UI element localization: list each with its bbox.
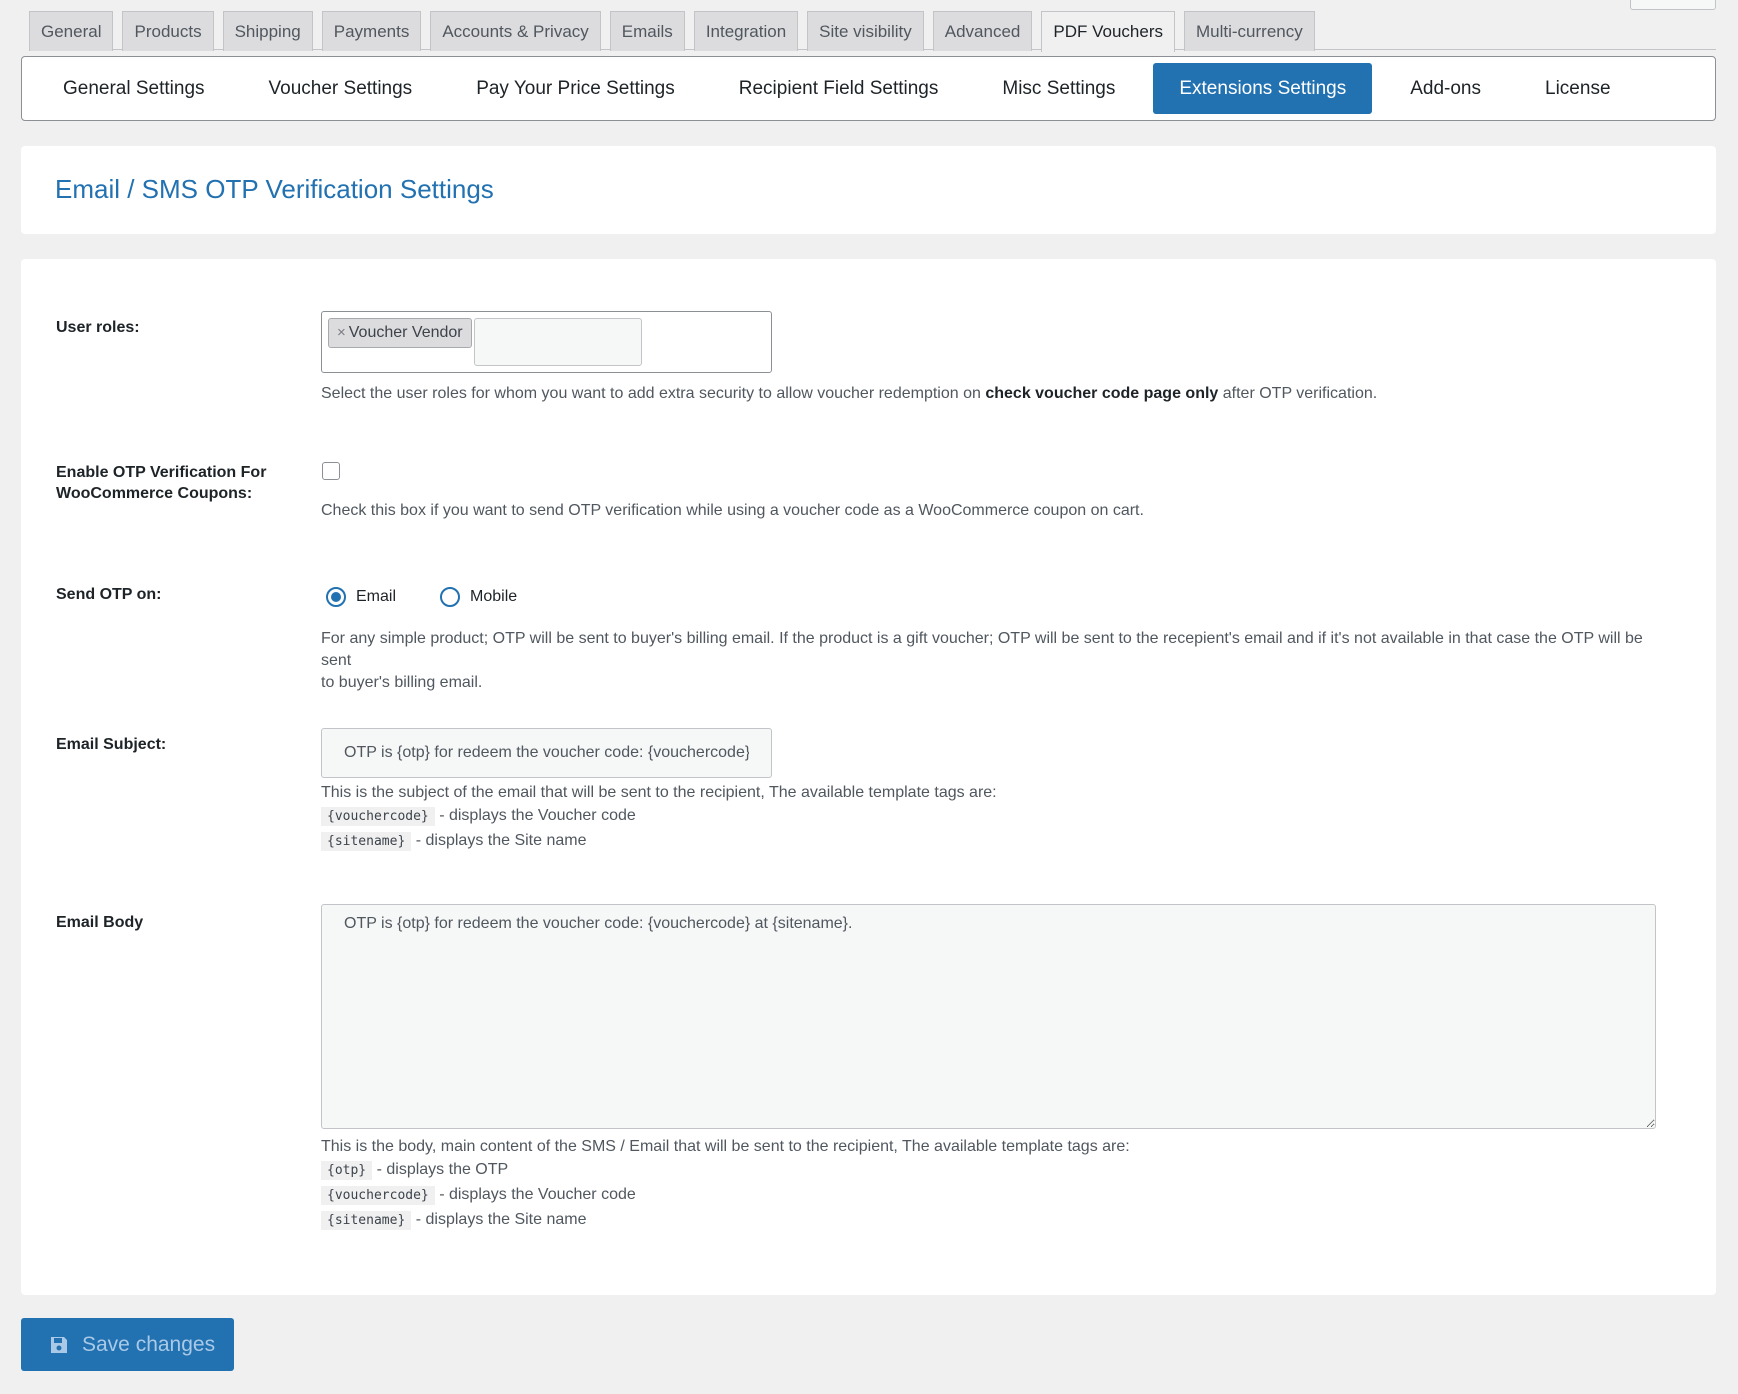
send-otp-label: Send OTP on: [56,586,162,603]
user-roles-description: Select the user roles for whom you want … [321,385,1378,402]
tab-payments[interactable]: Payments [321,11,422,51]
user-roles-label: User roles: [56,319,140,336]
subtab-general-settings[interactable]: General Settings [37,63,231,114]
tab-products[interactable]: Products [122,11,214,51]
close-icon[interactable]: × [337,324,346,341]
body-tag-vouchercode: {vouchercode} - displays the Voucher cod… [321,1184,636,1206]
email-subject-label: Email Subject: [56,736,167,753]
subtab-extensions-settings[interactable]: Extensions Settings [1153,63,1373,114]
tab-integration[interactable]: Integration [693,11,799,51]
subject-tag-sitename: {sitename} - displays the Site name [321,830,586,852]
email-body-label: Email Body [56,914,144,931]
title-card: Email / SMS OTP Verification Settings [21,146,1716,234]
subtab-recipient-field-settings[interactable]: Recipient Field Settings [713,63,965,114]
send-otp-radio-group: Email Mobile [326,587,561,607]
tab-accounts-privacy[interactable]: Accounts & Privacy [430,11,601,51]
selected-role-chip: × Voucher Vendor [328,318,472,348]
coupon-otp-label: Enable OTP Verification For WooCommerce … [56,464,267,502]
selected-role-label: Voucher Vendor [348,324,463,341]
tab-shipping[interactable]: Shipping [222,11,313,51]
send-otp-email-label[interactable]: Email [356,588,396,606]
send-otp-email-radio[interactable] [326,587,346,607]
tab-site-visibility[interactable]: Site visibility [807,11,924,51]
floppy-disk-icon [51,1336,67,1353]
tab-advanced[interactable]: Advanced [932,11,1033,51]
page-title: Email / SMS OTP Verification Settings [55,174,494,204]
coupon-otp-description: Check this box if you want to send OTP v… [321,502,1144,519]
subtab-pay-your-price-settings[interactable]: Pay Your Price Settings [450,63,701,114]
top-tab-bar: General Products Shipping Payments Accou… [29,11,1716,52]
tab-multi-currency[interactable]: Multi-currency [1183,11,1315,51]
sub-tab-bar: General Settings Voucher Settings Pay Yo… [21,56,1716,121]
coupon-otp-checkbox[interactable] [322,462,340,480]
subtab-voucher-settings[interactable]: Voucher Settings [243,63,439,114]
subject-tag-vouchercode: {vouchercode} - displays the Voucher cod… [321,805,636,827]
tab-pdf-vouchers[interactable]: PDF Vouchers [1041,11,1175,52]
settings-form: User roles: × Voucher Vendor Select the u… [21,259,1716,1295]
subtab-misc-settings[interactable]: Misc Settings [976,63,1141,114]
send-otp-mobile-label[interactable]: Mobile [470,588,517,606]
tab-general[interactable]: General [29,11,114,51]
subtab-add-ons[interactable]: Add-ons [1384,63,1507,114]
user-roles-search-input[interactable] [474,318,642,366]
subtab-license[interactable]: License [1519,63,1637,114]
body-tag-otp: {otp} - displays the OTP [321,1159,508,1181]
send-otp-description: For any simple product; OTP will be sent… [321,630,1643,691]
tab-emails[interactable]: Emails [609,11,685,51]
top-right-corner-control [1630,0,1716,10]
send-otp-mobile-radio[interactable] [440,587,461,607]
save-changes-button[interactable]: Save changes [21,1318,234,1371]
body-tag-sitename: {sitename} - displays the Site name [321,1209,586,1231]
user-roles-select[interactable]: × Voucher Vendor [321,311,772,373]
email-body-textarea[interactable]: OTP is {otp} for redeem the voucher code… [321,904,1656,1129]
email-body-description: This is the body, main content of the SM… [321,1138,1130,1155]
save-changes-label: Save changes [82,1332,216,1356]
email-subject-description: This is the subject of the email that wi… [321,784,997,801]
email-subject-input[interactable] [321,728,772,778]
